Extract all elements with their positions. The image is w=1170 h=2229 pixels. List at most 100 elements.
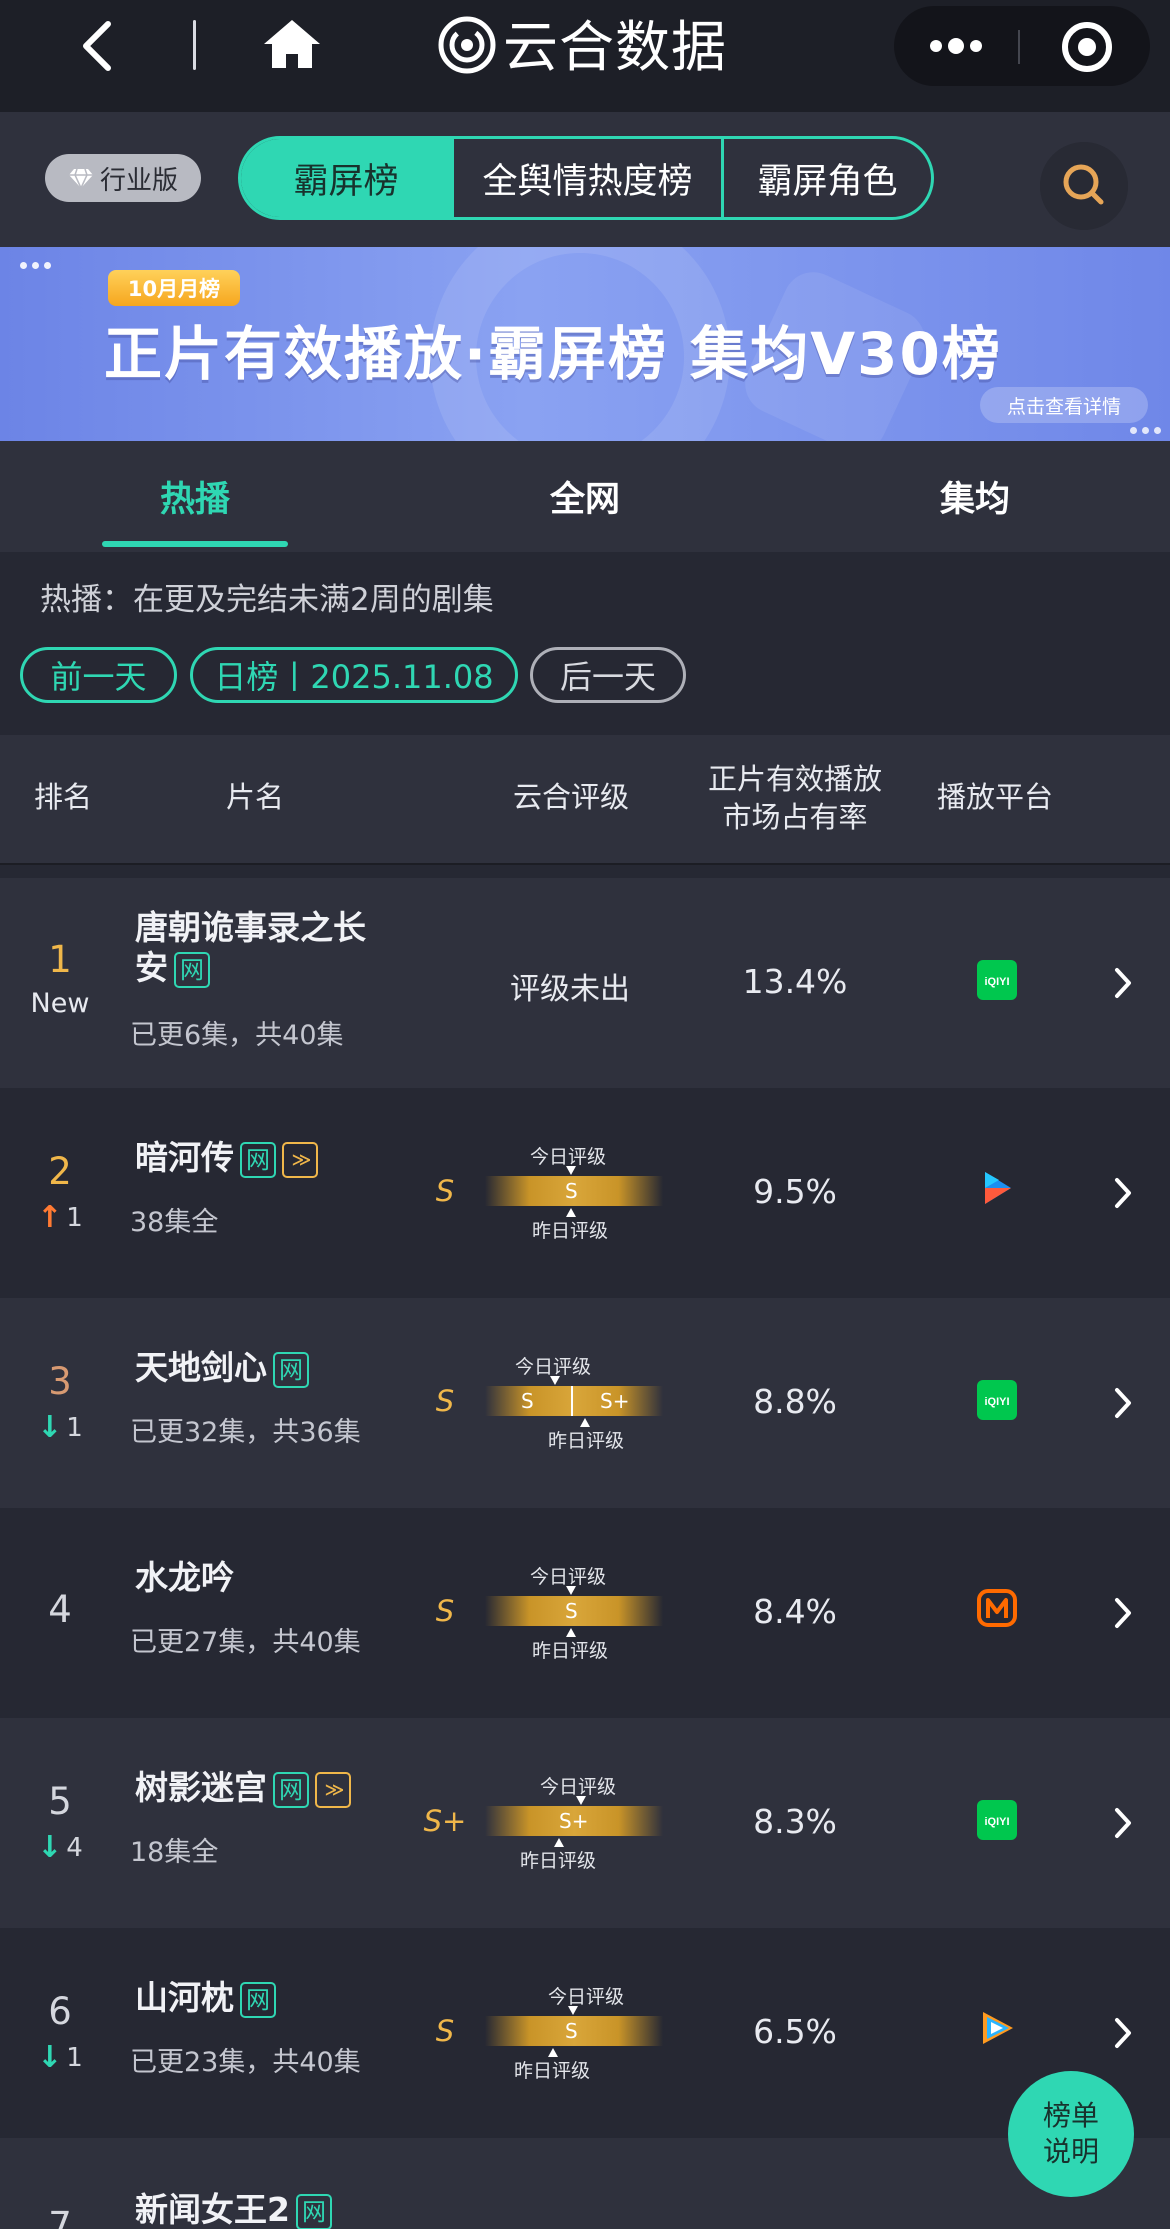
yesterday-grade-label: 昨日评级 [532,1640,609,1662]
iqiyi-icon: iQIYI [977,1380,1017,1420]
promo-banner[interactable]: 10月月榜 正片有效播放·霸屏榜 集均V30榜 点击查看详情 [0,247,1170,441]
table-row[interactable]: 4 水龙吟 已更27集，共40集 S 今日评级 S 昨日评级 8.4% [0,1508,1170,1718]
app-logo-icon [438,16,496,74]
today-marker [568,2006,578,2015]
show-title-text: 天地剑心 [135,1348,267,1387]
rank-number: 3 [48,1360,72,1403]
banner-title: 正片有效播放·霸屏榜 集均V30榜 [104,320,1002,388]
episode-status: 38集全 [130,1207,219,1238]
today-grade-label: 今日评级 [515,1356,592,1378]
rank-number: 6 [48,1990,72,2033]
banner-detail-link[interactable]: 点击查看详情 [980,387,1148,423]
segment-bapingbang[interactable]: 霸屏榜 [241,139,451,217]
market-share: 6.5% [753,2012,837,2051]
table-row[interactable]: 3 ↓ 1 天地剑心网 已更32集，共36集 S 今日评级 S S+ 昨日评级 … [0,1298,1170,1508]
close-program-icon[interactable] [1060,20,1114,74]
diamond-icon [68,168,93,189]
iqiyi-icon: iQIYI [977,960,1017,1000]
header-title: 片名 [225,780,284,814]
table-header: 排名 片名 云合评级 正片有效播放 市场占有率 播放平台 [0,735,1170,865]
segment-characters[interactable]: 霸屏角色 [721,139,931,217]
table-row[interactable]: 7 新闻女王2 网 [0,2138,1170,2229]
divider [193,20,196,70]
segmented-control: 霸屏榜 全舆情热度榜 霸屏角色 [238,136,934,220]
rank-number: 4 [48,1588,72,1631]
show-title: 水龙吟 [135,1558,234,1598]
grade-bar: S [485,1596,663,1626]
web-drama-badge: 网 [273,1771,309,1808]
banner-pager-dots [20,262,51,269]
today-marker [550,1376,560,1385]
show-title: 天地剑心网 [135,1348,309,1388]
grade-letter: S [435,2014,455,2048]
grade-bar-value: S [565,1179,578,1203]
show-title-text: 树影迷宫 [135,1768,267,1807]
more-icon[interactable] [924,28,988,64]
chevron-right-icon[interactable] [1112,2016,1134,2050]
edition-badge[interactable]: 行业版 [45,154,201,202]
svg-text:iQIYI: iQIYI [984,1396,1009,1408]
yesterday-grade-label: 昨日评级 [520,1850,597,1872]
grade-bar-divider [571,1386,573,1416]
grade-bar: S+ [485,1806,663,1836]
back-icon[interactable] [72,18,122,74]
today-grade-label: 今日评级 [548,1986,625,2008]
home-icon[interactable] [262,16,322,72]
header-share-line2: 市场占有率 [722,800,868,834]
table-row[interactable]: 6 ↓ 1 山河枕网 已更23集，共40集 S 今日评级 S 昨日评级 6.5% [0,1928,1170,2138]
chevron-right-icon[interactable] [1112,966,1134,1000]
active-tab-indicator [102,541,288,547]
today-grade-label: 今日评级 [540,1776,617,1798]
tab-per-episode[interactable]: 集均 [875,441,1075,552]
prev-day-button[interactable]: 前一天 [20,647,177,703]
chevron-right-icon[interactable] [1112,1386,1134,1420]
grade-bar-value-a: S [521,1389,534,1413]
rank-change: ↓ 1 [20,1410,100,1445]
segment-full-sentiment[interactable]: 全舆情热度榜 [451,139,721,217]
grade-letter: S [435,1384,455,1418]
search-icon[interactable] [1040,142,1128,230]
market-share: 8.4% [753,1592,837,1631]
grade-bar-value: S+ [559,1809,589,1833]
title-bar: 云合数据 [0,0,1170,112]
svg-text:iQIYI: iQIYI [984,1816,1009,1828]
episode-status: 已更27集，共40集 [130,1627,361,1658]
chevron-right-icon[interactable] [1112,1176,1134,1210]
market-share: 13.4% [742,962,848,1001]
episode-status: 已更6集，共40集 [130,1020,344,1051]
show-title-line1: 唐朝诡事录之长 [135,908,366,947]
app-title: 云合数据 [503,15,728,79]
header-grade: 云合评级 [512,780,629,814]
grade-bar-value: S [565,2019,578,2043]
yesterday-grade-label: 昨日评级 [548,1430,625,1452]
grade-bar: S [485,2016,663,2046]
chevron-right-icon[interactable] [1112,1596,1134,1630]
table-row[interactable]: 1 New 唐朝诡事录之长 安网 已更6集，共40集 评级未出 13.4% iQ… [0,878,1170,1088]
tab-all-network[interactable]: 全网 [485,441,685,552]
next-day-button[interactable]: 后一天 [530,647,686,703]
show-title-line2: 安 [135,948,168,987]
rank-change-value: 1 [66,1202,83,1233]
tab-hot[interactable]: 热播 [95,441,295,552]
chevron-right-icon[interactable] [1112,1806,1134,1840]
market-share: 8.3% [753,1802,837,1841]
web-drama-badge: 网 [295,2193,332,2229]
rank-number: 5 [48,1780,72,1823]
rank-number: 7 [48,2204,72,2229]
mango-icon [977,1589,1017,1627]
ranking-explanation-button[interactable]: 榜单 说明 [1008,2071,1134,2197]
rank-change: ↑ 1 [20,1200,100,1235]
table-row[interactable]: 5 ↓ 4 树影迷宫网 ≫ 18集全 S+ 今日评级 S+ 昨日评级 8.3% i… [0,1718,1170,1928]
youku-icon [985,1172,1011,1204]
table-row[interactable]: 2 ↑ 1 暗河传网 ≫ 38集全 S 今日评级 S 昨日评级 9.5% [0,1088,1170,1298]
header-share-line1: 正片有效播放 [707,762,882,796]
rank-change: New [20,988,100,1019]
date-picker-button[interactable]: 日榜丨2025.11.08 [190,647,518,703]
rank-change-value: 4 [66,1832,83,1863]
show-title-text: 暗河传 [135,1138,234,1177]
yesterday-grade-label: 昨日评级 [532,1220,609,1242]
grade-letter: S [435,1594,455,1628]
today-marker [576,1796,586,1805]
today-marker [566,1586,576,1595]
arrow-down-icon: ↓ [37,1410,63,1445]
